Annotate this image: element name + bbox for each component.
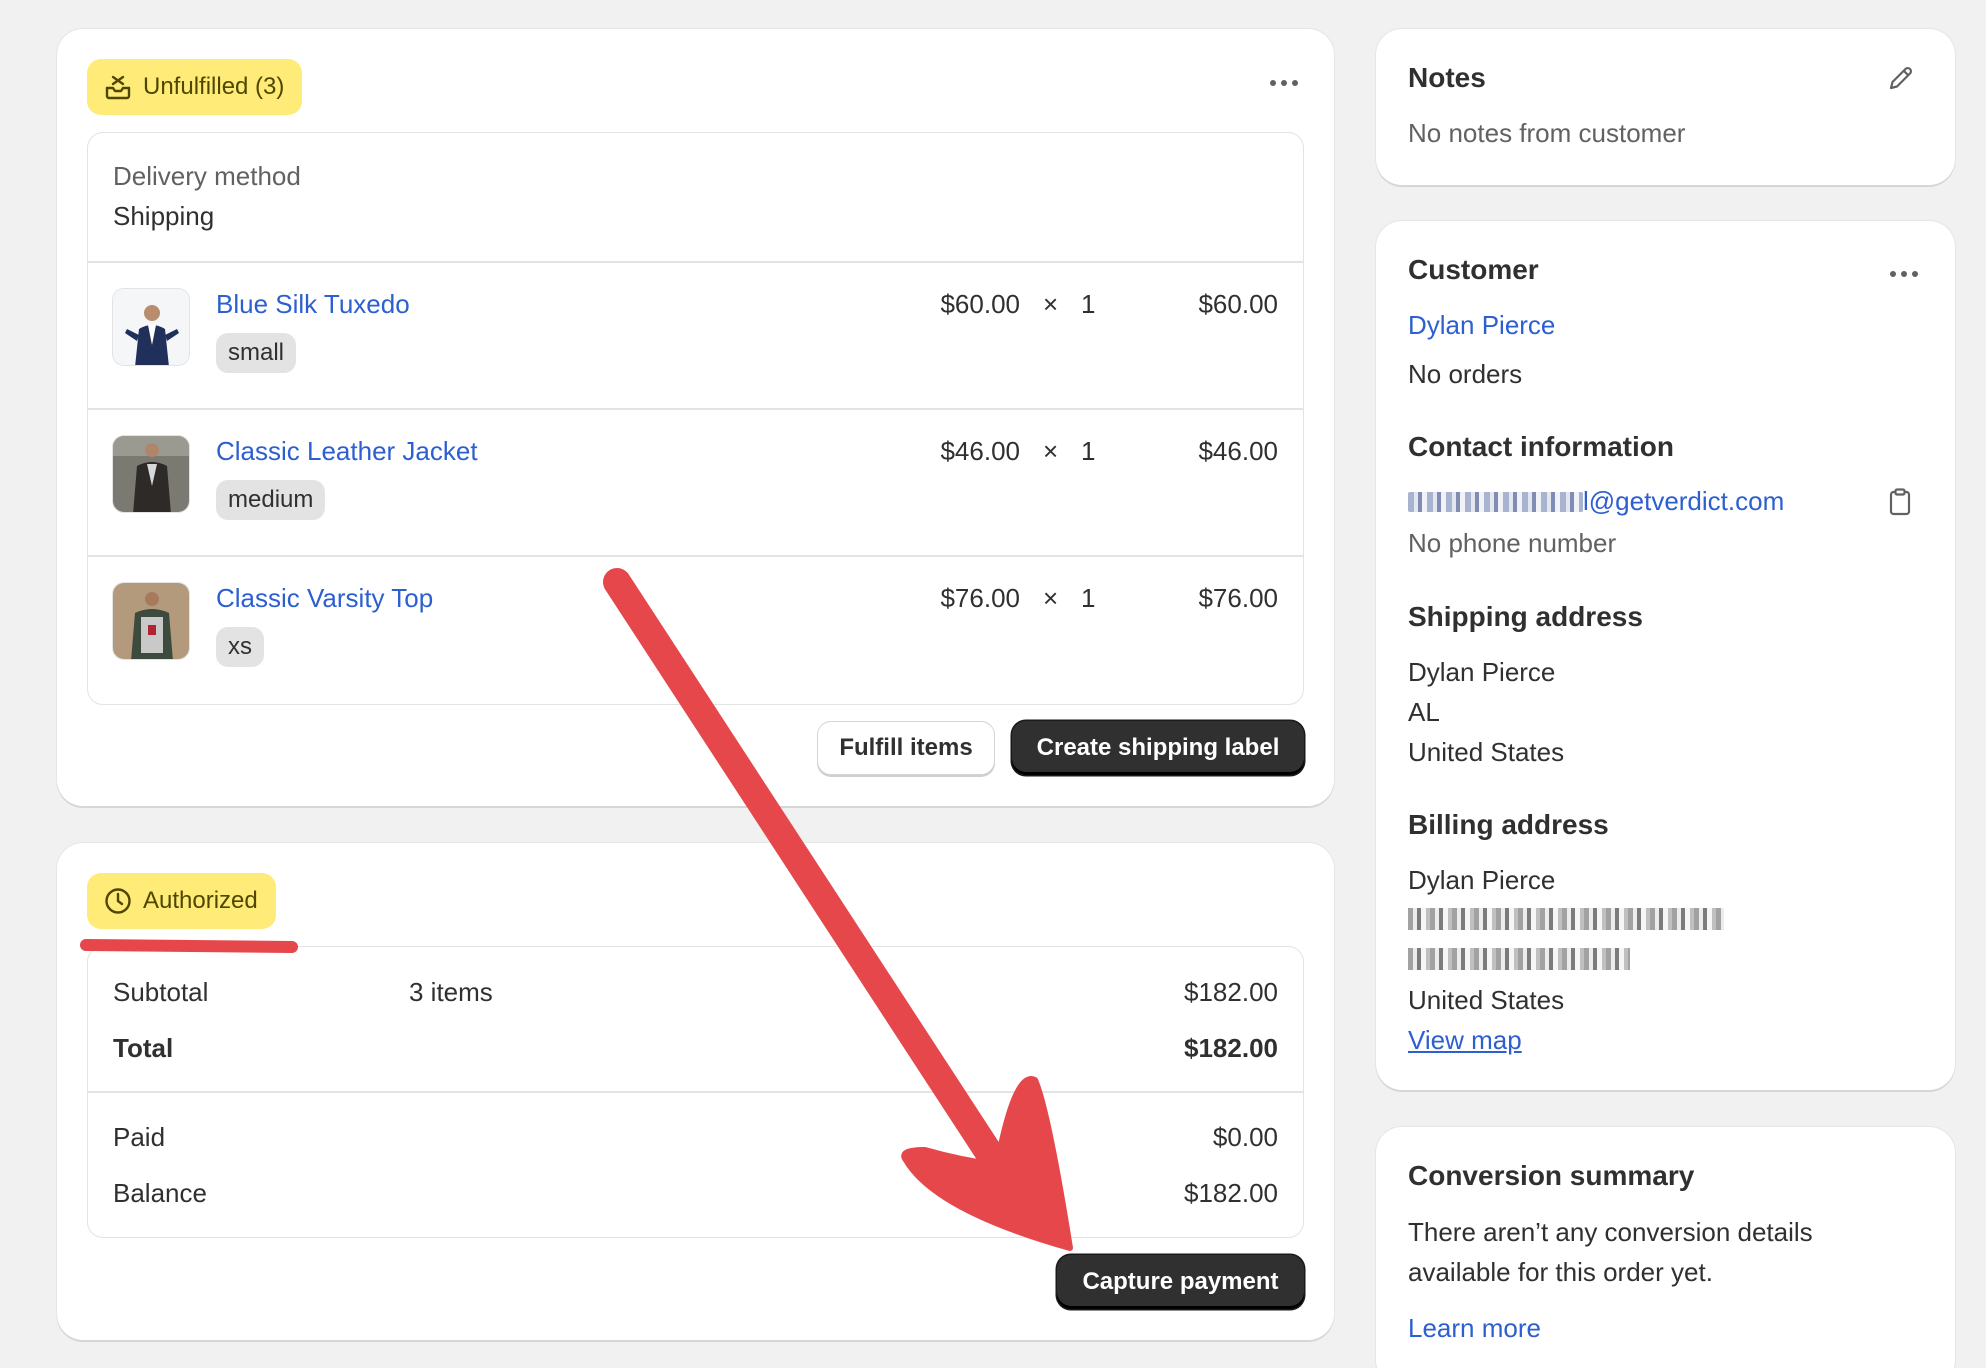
payment-card: Authorized Subtotal 3 items $182.00 Tota… — [57, 843, 1334, 1340]
variant-chip: small — [216, 333, 297, 373]
variant-chip: xs — [216, 627, 264, 667]
unfulfilled-badge: Unfulfilled (3) — [87, 59, 303, 115]
line-total: $46.00 — [1198, 436, 1278, 466]
package-inbox-icon — [103, 72, 133, 102]
more-dot — [1292, 80, 1298, 86]
product-thumbnail[interactable] — [112, 288, 190, 366]
product-link-classic-leather-jacket[interactable]: Classic Leather Jacket — [216, 436, 478, 467]
paid-value: $0.00 — [1212, 1122, 1278, 1152]
billing-country: United States — [1408, 985, 1565, 1015]
redacted-billing-city — [1408, 948, 1630, 970]
times-symbol: × — [1043, 436, 1059, 466]
product-thumbnail[interactable] — [112, 582, 190, 660]
unfulfilled-badge-label: Unfulfilled (3) — [143, 73, 285, 100]
shipping-address-title: Shipping address — [1408, 601, 1643, 632]
customer-card: Customer Dylan Pierce No orders Contact … — [1376, 221, 1955, 1090]
fulfill-items-button[interactable]: Fulfill items — [817, 721, 995, 775]
paid-label: Paid — [113, 1122, 166, 1152]
conversion-summary-body-line2: available for this order yet. — [1408, 1257, 1713, 1287]
times-symbol: × — [1043, 289, 1059, 319]
subtotal-value: $182.00 — [1184, 977, 1278, 1007]
quantity: 1 — [1081, 436, 1096, 466]
line-total: $76.00 — [1198, 583, 1278, 613]
more-horizontal-icon — [1270, 80, 1276, 86]
customer-name-link[interactable]: Dylan Pierce — [1408, 310, 1555, 341]
line-items-box: Delivery method Shipping Blue Silk Tuxed… — [87, 132, 1304, 705]
total-value: $182.00 — [1184, 1033, 1278, 1063]
more-horizontal-icon — [1890, 271, 1896, 277]
quantity: 1 — [1081, 583, 1096, 613]
subtotal-items: 3 items — [409, 977, 493, 1007]
shipping-country: United States — [1408, 737, 1565, 767]
email-domain: l@getverdict.com — [1583, 486, 1785, 516]
notes-card: Notes No notes from customer — [1376, 29, 1955, 185]
view-map-link[interactable]: View map — [1408, 1025, 1522, 1056]
unfulfilled-more-button[interactable] — [1264, 74, 1304, 92]
more-dot — [1912, 271, 1918, 277]
authorized-badge: Authorized — [87, 873, 276, 929]
delivery-method-value: Shipping — [113, 201, 215, 231]
notes-body: No notes from customer — [1408, 118, 1686, 148]
more-dot — [1281, 80, 1287, 86]
customer-title: Customer — [1408, 254, 1539, 285]
balance-value: $182.00 — [1184, 1178, 1278, 1208]
times-symbol: × — [1043, 583, 1059, 613]
capture-payment-button[interactable]: Capture payment — [1057, 1255, 1304, 1309]
divider — [88, 408, 1303, 410]
clock-icon — [103, 886, 133, 916]
quantity: 1 — [1081, 289, 1096, 319]
shipping-region: AL — [1408, 697, 1440, 727]
unit-price: $76.00 — [940, 583, 1020, 613]
conversion-summary-title: Conversion summary — [1408, 1160, 1695, 1191]
divider — [88, 261, 1303, 263]
conversion-summary-body-line1: There aren’t any conversion details — [1408, 1217, 1813, 1247]
billing-name: Dylan Pierce — [1408, 865, 1556, 895]
balance-label: Balance — [113, 1178, 207, 1208]
notes-title: Notes — [1408, 62, 1486, 93]
conversion-summary-card: Conversion summary There aren’t any conv… — [1376, 1127, 1955, 1368]
customer-phone: No phone number — [1408, 528, 1617, 558]
payment-summary-box: Subtotal 3 items $182.00 Total $182.00 P… — [87, 946, 1304, 1238]
learn-more-link[interactable]: Learn more — [1408, 1313, 1541, 1344]
divider — [88, 1091, 1303, 1093]
customer-email-link[interactable]: l@getverdict.com — [1408, 486, 1784, 517]
delivery-method-label: Delivery method — [113, 161, 301, 191]
pencil-icon[interactable] — [1886, 63, 1916, 98]
redacted-email-prefix — [1408, 491, 1583, 512]
create-shipping-label-button[interactable]: Create shipping label — [1012, 721, 1304, 775]
shipping-name: Dylan Pierce — [1408, 657, 1556, 687]
line-total: $60.00 — [1198, 289, 1278, 319]
authorized-badge-label: Authorized — [143, 887, 258, 914]
product-thumbnail[interactable] — [112, 435, 190, 513]
customer-more-button[interactable] — [1884, 265, 1924, 283]
unfulfilled-card: Unfulfilled (3) Delivery method Shipping… — [57, 29, 1334, 806]
customer-orders: No orders — [1408, 359, 1523, 389]
billing-address-title: Billing address — [1408, 809, 1609, 840]
product-link-classic-varsity-top[interactable]: Classic Varsity Top — [216, 583, 433, 614]
subtotal-label: Subtotal — [113, 977, 209, 1007]
unit-price: $46.00 — [940, 436, 1020, 466]
total-label: Total — [113, 1033, 174, 1063]
divider — [88, 555, 1303, 557]
more-dot — [1901, 271, 1907, 277]
unit-price: $60.00 — [940, 289, 1020, 319]
redacted-billing-street — [1408, 908, 1724, 930]
clipboard-icon[interactable] — [1886, 487, 1914, 522]
contact-information-title: Contact information — [1408, 431, 1674, 462]
variant-chip: medium — [216, 480, 326, 520]
product-link-blue-silk-tuxedo[interactable]: Blue Silk Tuxedo — [216, 289, 410, 320]
